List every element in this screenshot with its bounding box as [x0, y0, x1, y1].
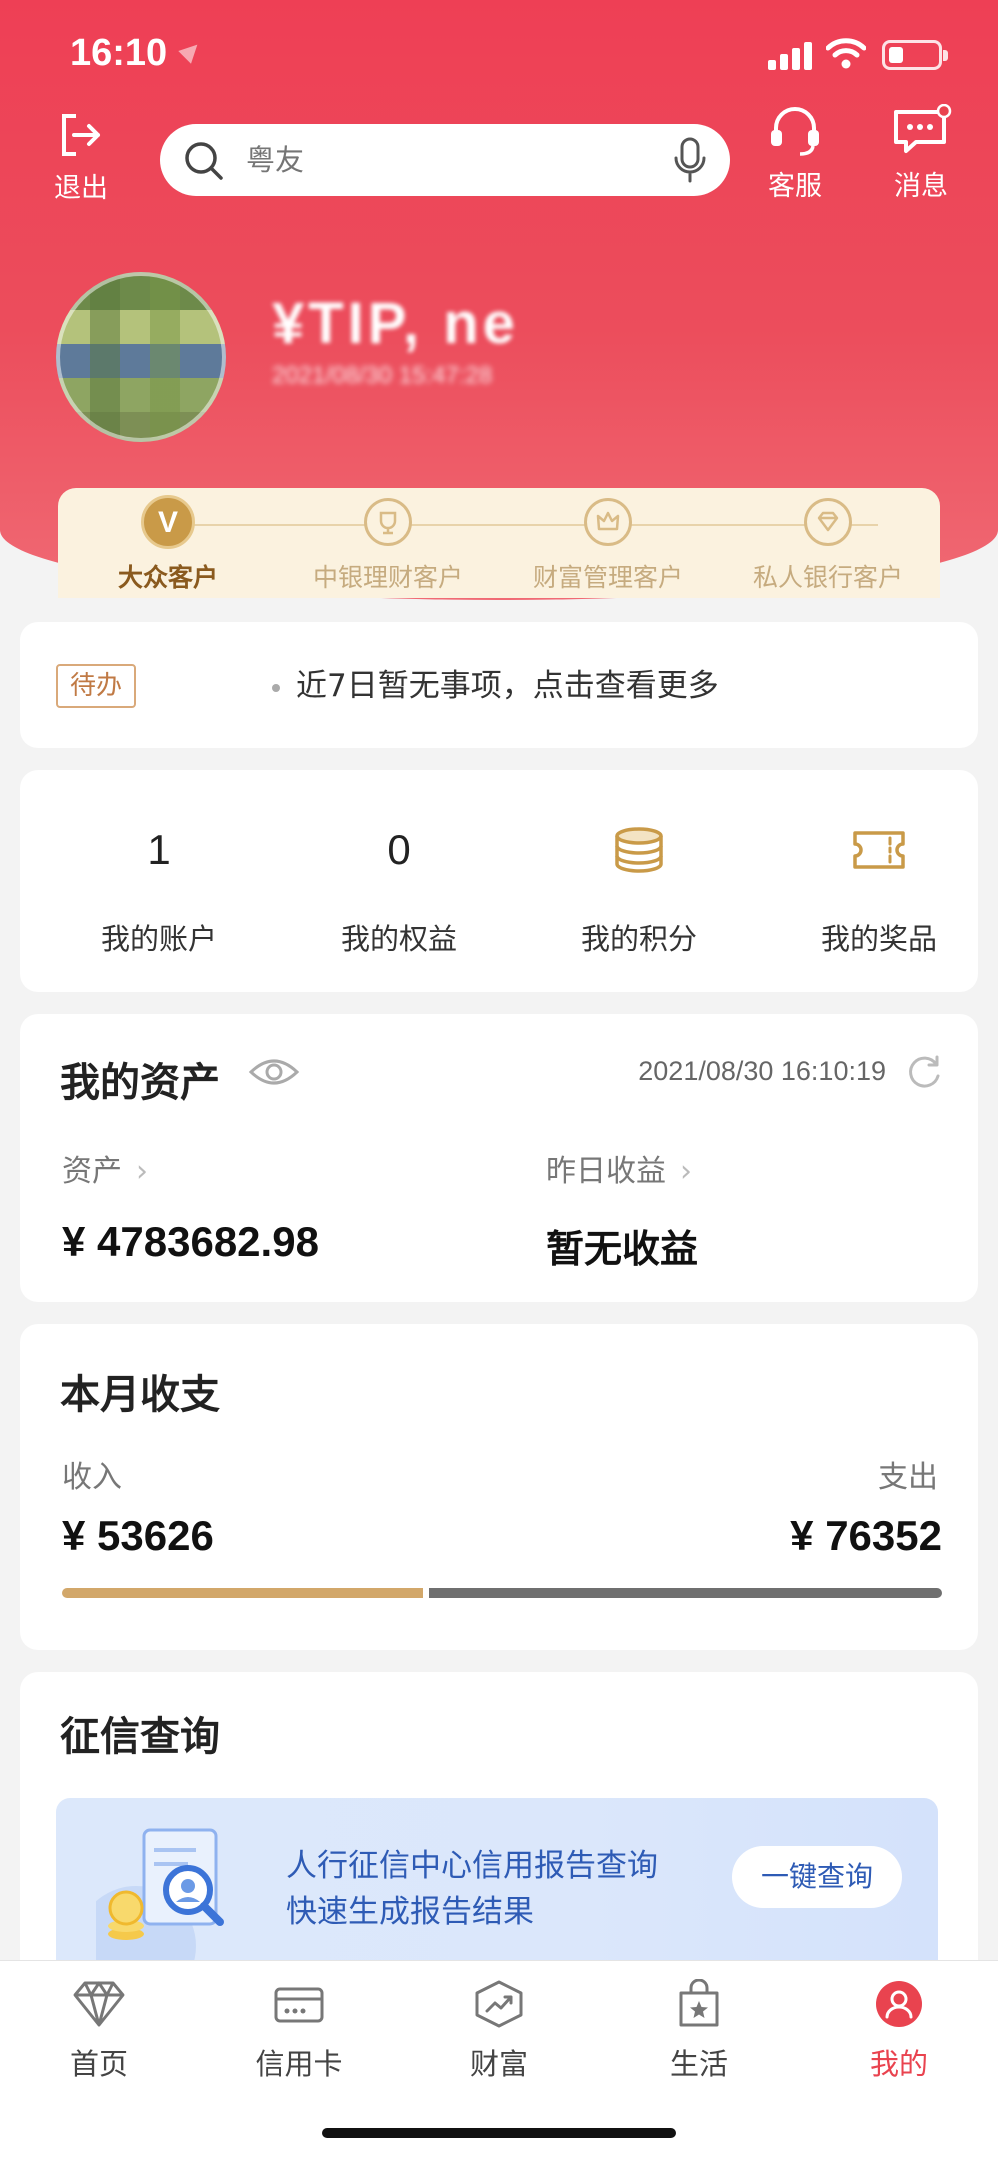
message-label: 消息 — [894, 171, 948, 202]
bullet-dot — [272, 684, 280, 692]
location-arrow-icon — [178, 38, 204, 64]
rights-label: 我的权益 — [340, 922, 457, 956]
rights-count: 0 — [387, 826, 411, 873]
refresh-icon[interactable] — [904, 1052, 944, 1092]
credit-title: 征信查询 — [60, 1714, 220, 1760]
todo-card[interactable]: 待办 近7日暂无事项，点击查看更多 — [20, 622, 978, 748]
customer-service-button[interactable]: 客服 — [760, 104, 830, 203]
monthly-title: 本月收支 — [60, 1372, 220, 1418]
search-bar[interactable] — [160, 124, 730, 196]
wealth-chart-icon — [475, 1980, 523, 2028]
my-accounts[interactable]: 1 我的账户 — [39, 820, 279, 958]
shopping-bag-icon — [679, 1979, 719, 2027]
my-assets-card: 我的资产 2021/08/30 16:10:19 资产 › ¥ 4783682.9… — [20, 1014, 978, 1302]
search-icon — [185, 142, 223, 180]
my-prizes[interactable]: 我的奖品 — [759, 820, 998, 958]
message-button[interactable]: 消息 — [886, 104, 956, 203]
expense-bar — [428, 1588, 942, 1598]
prizes-label: 我的奖品 — [820, 922, 937, 956]
exit-button[interactable]: 退出 — [46, 110, 116, 205]
diamond-icon — [73, 1981, 125, 2027]
assets-title: 我的资产 — [60, 1060, 220, 1106]
tab-mine[interactable]: 我的 — [824, 1979, 974, 2083]
credit-report-banner[interactable]: 人行征信中心信用报告查询 快速生成报告结果 一键查询 — [56, 1798, 938, 1974]
message-icon — [894, 104, 952, 153]
trophy-icon — [364, 498, 412, 546]
tab-credit-card[interactable]: 信用卡 — [224, 1979, 374, 2083]
tab-wealth[interactable]: 财富 — [424, 1979, 574, 2083]
asset-total-value: ¥ 4783682.98 — [62, 1218, 319, 1265]
todo-badge: 待办 — [56, 664, 137, 708]
expense-value: ¥ 76352 — [790, 1512, 942, 1559]
tier-private-banking[interactable]: 私人银行客户 — [718, 498, 938, 594]
accounts-label: 我的账户 — [100, 922, 217, 956]
chevron-right-icon: › — [680, 1154, 692, 1189]
expense-label: 支出 — [878, 1460, 938, 1495]
yesterday-earnings-value: 暂无收益 — [546, 1227, 699, 1271]
home-indicator — [322, 2128, 676, 2138]
search-input[interactable] — [246, 124, 626, 196]
credit-inquiry-card: 征信查询 人行征信中心信用报告查询 快速生成报告结果 一键查询 — [20, 1672, 978, 2002]
my-points[interactable]: 我的积分 — [519, 820, 759, 958]
user-name: ¥TIP, ne — [272, 291, 519, 356]
ticket-icon — [853, 831, 905, 869]
quick-stats-card: 1 我的账户 0 我的权益 我的积分 我的奖品 — [20, 770, 978, 992]
points-label: 我的积分 — [580, 922, 697, 956]
last-login-time: 2021/08/30 15:47:28 — [272, 362, 493, 389]
avatar[interactable] — [56, 272, 226, 442]
chevron-right-icon: › — [136, 1154, 148, 1189]
wifi-icon — [826, 38, 866, 69]
status-time: 16:10 — [70, 32, 168, 74]
one-click-query-button[interactable]: 一键查询 — [732, 1846, 902, 1908]
microphone-icon[interactable] — [672, 136, 708, 184]
assets-timestamp: 2021/08/30 16:10:19 — [638, 1056, 886, 1086]
customer-tier-card: V 大众客户 中银理财客户 财富管理客户 私人银行客户 — [58, 488, 940, 598]
credit-report-illustration — [96, 1828, 224, 1966]
logout-icon — [62, 114, 100, 156]
service-label: 客服 — [768, 171, 822, 202]
accounts-count: 1 — [147, 826, 171, 873]
credit-card-icon — [274, 1987, 324, 2023]
credit-banner-line1: 人行征信中心信用报告查询 — [286, 1848, 658, 1884]
user-icon — [876, 1981, 922, 2027]
coins-icon — [615, 827, 663, 873]
yesterday-earnings-link[interactable]: 昨日收益 › — [546, 1146, 692, 1190]
battery-icon — [882, 40, 948, 70]
todo-text: 近7日暂无事项，点击查看更多 — [296, 668, 719, 704]
asset-total-link[interactable]: 资产 › — [62, 1146, 148, 1190]
tier-wealth-management[interactable]: 财富管理客户 — [498, 498, 718, 594]
cellular-signal-icon — [768, 42, 812, 70]
my-rights[interactable]: 0 我的权益 — [279, 820, 519, 958]
tier-wealth-client[interactable]: 中银理财客户 — [278, 498, 498, 594]
income-expense-bar — [62, 1588, 942, 1598]
exit-label: 退出 — [54, 173, 108, 204]
tier-mass-customer[interactable]: V 大众客户 — [58, 495, 278, 594]
tab-life[interactable]: 生活 — [624, 1979, 774, 2083]
headset-icon — [771, 107, 819, 156]
eye-icon[interactable] — [248, 1054, 300, 1090]
income-label: 收入 — [62, 1460, 122, 1495]
v-badge-icon: V — [141, 495, 195, 549]
income-bar — [62, 1588, 423, 1598]
crown-icon — [584, 498, 632, 546]
credit-banner-line2: 快速生成报告结果 — [286, 1894, 534, 1930]
status-bar: 16:10 — [0, 0, 998, 110]
income-value: ¥ 53626 — [62, 1512, 214, 1559]
gem-icon — [804, 498, 852, 546]
monthly-balance-card[interactable]: 本月收支 收入 支出 ¥ 53626 ¥ 76352 — [20, 1324, 978, 1650]
tab-home[interactable]: 首页 — [24, 1979, 174, 2083]
